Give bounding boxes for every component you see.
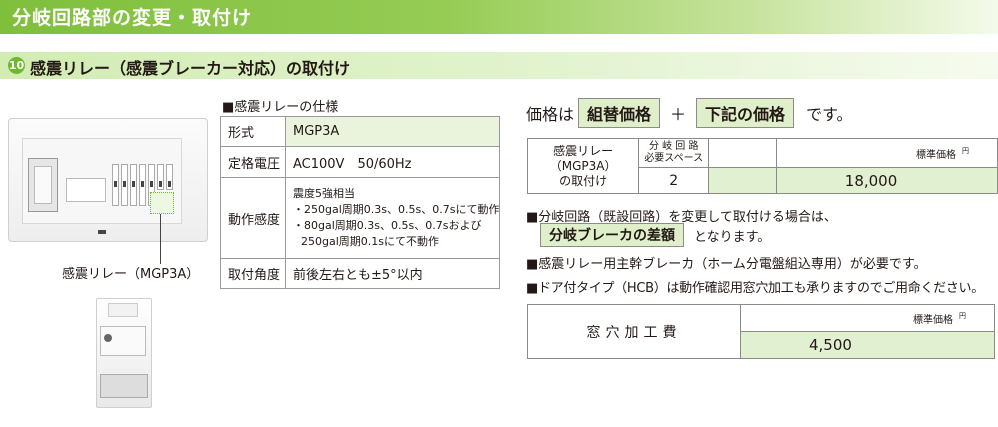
blank-cell: [708, 138, 777, 168]
price-box-recombination: 組替価格: [578, 98, 661, 128]
relay-test-button-shape: [104, 334, 112, 342]
price-box-below: 下記の価格: [696, 98, 795, 128]
meter-label-shape: [66, 178, 106, 202]
relay-price-table: 感震リレー （MGP3A） の取付け 分 岐 回 路 必要スペース 標準価格円 …: [526, 138, 998, 194]
price-formula: 価格は 組替価格 ＋ 下記の価格 です。: [526, 98, 852, 128]
branch-breaker-shape: [121, 164, 128, 206]
table-row: 動作感度 震度5強相当 ・250gal周期0.3s、0.5s、0.7sにて動作 …: [220, 177, 501, 259]
note-main-breaker: ■感震リレー用主幹ブレーカ（ホーム分電盤組込専用）が必要です。: [526, 257, 927, 272]
spec-value: 前後左右とも±5°以内: [284, 258, 501, 289]
sensitivity-line: 250gal周期0.1sにて不動作: [301, 235, 439, 248]
price-value-cell: 18,000: [775, 167, 998, 194]
price-label: 標準価格: [916, 149, 956, 161]
table-row: 窓穴加工費 標準価格円: [527, 304, 995, 359]
note-door-type: ■ドア付タイプ（HCB）は動作確認用窓穴加工も承りますのでご用命ください。: [526, 281, 984, 296]
relay-caption: 感震リレー（MGP3A）: [62, 267, 200, 282]
price-value-cell: 4,500: [740, 331, 995, 359]
price-unit: 円: [959, 311, 966, 320]
relay-leader-line: [160, 214, 161, 264]
spec-value: MGP3A: [284, 116, 501, 147]
branch-breaker-shape: [139, 164, 146, 206]
note-tail: となります。: [694, 229, 771, 245]
spec-key: 動作感度: [220, 177, 286, 259]
table-row: 形式 MGP3A: [220, 116, 501, 147]
blank-shaded-cell: [708, 167, 777, 194]
panel-latch-shape: [98, 230, 106, 234]
branch-breaker-shape: [112, 164, 119, 206]
price-prefix: 価格は: [526, 105, 575, 124]
spec-key: 取付角度: [220, 258, 286, 289]
relay-photo-top: [108, 303, 138, 317]
branch-breaker-difference-box: 分岐ブレーカの差額: [540, 223, 684, 247]
relay-photo-terminals: [100, 374, 148, 398]
table-row: 感震リレー （MGP3A） の取付け 分 岐 回 路 必要スペース 標準価格円: [526, 138, 998, 194]
spec-value: AC100V 50/60Hz: [284, 146, 501, 178]
price-label-cell: 標準価格円: [775, 138, 998, 168]
page-title: 分岐回路部の変更・取付け: [12, 7, 253, 29]
price-unit: 円: [962, 146, 969, 155]
item-name-line: （MGP3A）: [549, 158, 617, 173]
item-name-line: の取付け: [559, 173, 608, 188]
section-title: 感震リレー（感震ブレーカー対応）の取付け: [30, 59, 351, 78]
price-suffix: です。: [806, 105, 853, 124]
window-hole-price-table: 窓穴加工費 標準価格円 4,500: [527, 304, 995, 359]
sensitivity-line: 震度5強相当: [293, 187, 355, 200]
space-value-cell: 2: [638, 167, 710, 194]
item-name-line: 感震リレー: [553, 143, 614, 158]
branch-breaker-shape: [166, 164, 173, 190]
item-name-cell: 感震リレー （MGP3A） の取付け: [526, 138, 640, 194]
branch-breaker-shape: [157, 164, 164, 190]
note-branch-change-continued: 分岐ブレーカの差額 となります。: [540, 223, 770, 247]
spec-title: ■感震リレーの仕様: [222, 100, 339, 115]
table-row: 定格電圧 AC100V 50/60Hz: [220, 146, 501, 178]
relay-highlight-box: [150, 192, 174, 214]
spec-table: 形式 MGP3A 定格電圧 AC100V 50/60Hz 動作感度 震度5強相当…: [220, 116, 501, 289]
price-label: 標準価格: [913, 314, 953, 326]
spec-value-sensitivity: 震度5強相当 ・250gal周期0.3s、0.5s、0.7sにて動作 ・80ga…: [284, 177, 501, 259]
space-header-line: 必要スペース: [644, 153, 704, 164]
main-breaker-face: [34, 166, 52, 204]
space-header-line: 分 岐 回 路: [648, 141, 699, 152]
space-header-cell: 分 岐 回 路 必要スペース: [638, 138, 710, 168]
branch-breaker-shape: [130, 164, 137, 206]
spec-key: 形式: [220, 116, 286, 147]
item-name-cell: 窓穴加工費: [527, 304, 741, 359]
sensitivity-line: ・80gal周期0.3s、0.5s、0.7sおよび: [293, 219, 482, 232]
plus-sign: ＋: [670, 105, 687, 124]
spec-key: 定格電圧: [220, 146, 286, 178]
table-row: 取付角度 前後左右とも±5°以内: [220, 258, 501, 289]
section-number-badge: 10: [8, 57, 25, 74]
price-label-cell: 標準価格円: [740, 304, 995, 332]
sensitivity-line: ・250gal周期0.3s、0.5s、0.7sにて動作: [293, 203, 500, 216]
